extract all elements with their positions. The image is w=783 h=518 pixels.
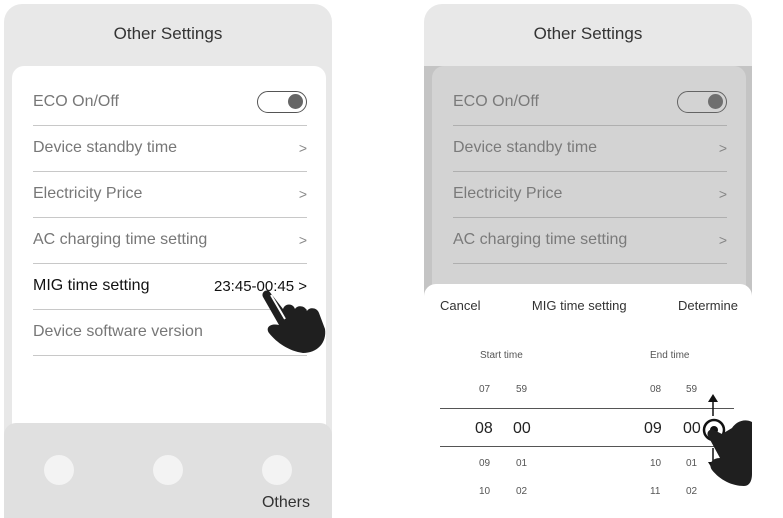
start-minute-selected[interactable]: 00 <box>513 420 531 438</box>
chevron-right-icon: > <box>298 186 307 202</box>
tab-device-icon[interactable] <box>153 455 183 485</box>
tap-hand-icon <box>262 290 326 353</box>
start-minute-option[interactable]: 01 <box>516 458 527 469</box>
row-label: AC charging time setting <box>33 231 208 248</box>
end-hour-option[interactable]: 10 <box>650 458 661 469</box>
start-time-label: Start time <box>480 350 523 361</box>
row-label: ECO On/Off <box>33 93 119 110</box>
device-standby-row[interactable]: Device standby time > <box>33 125 307 172</box>
selection-line-bottom <box>440 446 734 447</box>
row-label: Electricity Price <box>33 185 143 202</box>
tab-home-icon[interactable] <box>44 455 74 485</box>
electricity-price-row[interactable]: Electricity Price > <box>33 171 307 218</box>
mig-time-picker-screen: Other Settings ECO On/Off Device standby… <box>424 4 752 518</box>
eco-toggle[interactable] <box>257 91 307 113</box>
row-label: Device standby time <box>33 139 178 156</box>
selection-line-top <box>440 408 734 409</box>
start-minute-option[interactable]: 59 <box>516 384 527 395</box>
start-minute-option[interactable]: 02 <box>516 486 527 497</box>
determine-button[interactable]: Determine <box>678 298 738 313</box>
page-title: Other Settings <box>533 24 643 43</box>
end-hour-option[interactable]: 08 <box>650 384 661 395</box>
start-hour-option[interactable]: 10 <box>479 486 490 497</box>
start-hour-selected[interactable]: 08 <box>475 420 493 438</box>
eco-toggle-row[interactable]: ECO On/Off <box>33 79 307 126</box>
tab-others-icon[interactable] <box>262 455 292 485</box>
row-label: Device software version <box>33 323 203 340</box>
ac-charging-time-row[interactable]: AC charging time setting > <box>33 217 307 264</box>
tab-bar: Others <box>4 423 332 518</box>
end-time-label: End time <box>650 350 690 361</box>
cancel-button[interactable]: Cancel <box>440 298 480 313</box>
chevron-right-icon: > <box>298 232 307 248</box>
end-minute-option[interactable]: 02 <box>686 486 697 497</box>
end-hour-option[interactable]: 11 <box>650 486 660 497</box>
toggle-knob <box>288 94 303 109</box>
picker-title: MIG time setting <box>531 298 627 313</box>
picker-header: Cancel MIG time setting Determine <box>440 298 738 313</box>
start-hour-option[interactable]: 07 <box>479 384 490 395</box>
settings-screen: Other Settings ECO On/Off Device standby… <box>4 4 332 518</box>
end-minute-option[interactable]: 01 <box>686 458 697 469</box>
tap-hand-icon <box>702 418 752 486</box>
start-hour-option[interactable]: 09 <box>479 458 490 469</box>
chevron-right-icon: > <box>298 140 307 156</box>
end-hour-selected[interactable]: 09 <box>644 420 662 438</box>
page-title: Other Settings <box>113 24 223 43</box>
end-minute-option[interactable]: 59 <box>686 384 697 395</box>
row-label: MIG time setting <box>33 277 150 294</box>
tab-others-label[interactable]: Others <box>262 494 310 512</box>
end-minute-selected[interactable]: 00 <box>683 420 701 438</box>
